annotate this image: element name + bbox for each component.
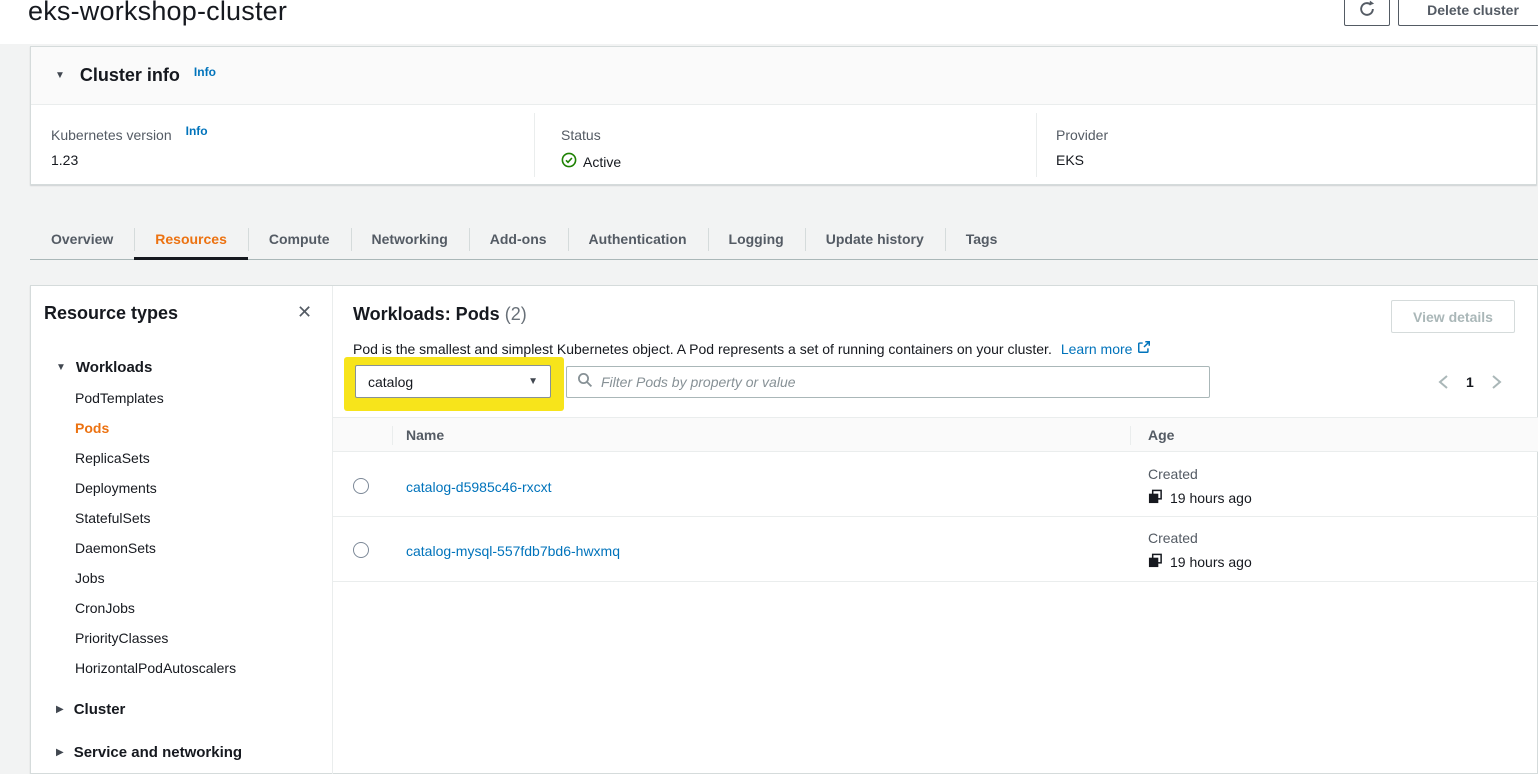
field-status: Status Active [561, 127, 621, 171]
filter-dropdown-value: catalog [368, 374, 413, 390]
chevron-down-icon: ▼ [55, 70, 65, 81]
pod-link-catalog-mysql[interactable]: catalog-mysql-557fdb7bd6-hwxmq [406, 543, 620, 559]
row-divider [333, 516, 1538, 517]
cluster-info-header[interactable]: ▼ Cluster info Info [31, 47, 1536, 105]
status-label: Status [561, 127, 601, 143]
cluster-info-body: Kubernetes version Info 1.23 Status Acti… [31, 105, 1536, 185]
column-header-age: Age [1148, 427, 1174, 443]
pods-description: Pod is the smallest and simplest Kuberne… [353, 340, 1151, 357]
kubernetes-version-label: Kubernetes version [51, 127, 172, 143]
tab-tags[interactable]: Tags [945, 219, 1019, 259]
sidebar-item-jobs[interactable]: Jobs [75, 570, 105, 586]
row-radio-catalog[interactable] [353, 478, 369, 494]
tab-compute[interactable]: Compute [248, 219, 351, 259]
copy-icon [1148, 553, 1163, 571]
provider-label: Provider [1056, 127, 1108, 143]
pods-table-header: Name Age [333, 417, 1538, 452]
panel-divider [332, 286, 333, 774]
age-value-line: 19 hours ago [1148, 489, 1252, 507]
tab-logging[interactable]: Logging [708, 219, 805, 259]
pods-panel-title: Workloads: Pods(2) [353, 304, 527, 325]
pod-link-catalog[interactable]: catalog-d5985c46-rxcxt [406, 479, 552, 495]
sidebar-item-pods[interactable]: Pods [75, 420, 109, 436]
field-divider [534, 113, 535, 177]
column-divider [1130, 426, 1131, 445]
sidebar-item-horizontalpodautoscalers[interactable]: HorizontalPodAutoscalers [75, 660, 236, 676]
cluster-info-title: Cluster info [80, 65, 180, 86]
sidebar-item-deployments[interactable]: Deployments [75, 480, 157, 496]
sidebar-group-cluster[interactable]: ▶ Cluster [56, 701, 125, 718]
close-icon[interactable]: ✕ [297, 302, 312, 323]
pods-title-text: Workloads: Pods [353, 304, 500, 324]
cluster-info-info-link[interactable]: Info [194, 65, 216, 79]
view-details-button[interactable]: View details [1391, 300, 1515, 333]
pods-filter-search[interactable] [566, 366, 1210, 398]
refresh-icon [1358, 0, 1376, 21]
learn-more-label: Learn more [1061, 341, 1133, 357]
search-icon [577, 372, 593, 393]
cluster-tabs: Overview Resources Compute Networking Ad… [30, 219, 1538, 260]
status-badge: Active [583, 154, 621, 170]
provider-value: EKS [1056, 152, 1108, 168]
sidebar-item-statefulsets[interactable]: StatefulSets [75, 510, 151, 526]
eks-cluster-page: eks-workshop-cluster Delete cluster ▼ Cl… [0, 0, 1538, 774]
chevron-right-icon: ▶ [56, 747, 64, 758]
row-radio-catalog-mysql[interactable] [353, 542, 369, 558]
column-divider [392, 426, 393, 445]
tab-authentication[interactable]: Authentication [568, 219, 708, 259]
cluster-group-label: Cluster [74, 701, 126, 718]
field-provider: Provider EKS [1056, 127, 1108, 168]
sidebar-item-replicasets[interactable]: ReplicaSets [75, 450, 150, 466]
age-status-label: Created [1148, 466, 1198, 482]
row-divider [333, 581, 1538, 582]
age-value: 19 hours ago [1170, 490, 1252, 506]
tab-networking[interactable]: Networking [351, 219, 469, 259]
field-divider [1036, 113, 1037, 177]
age-value-line: 19 hours ago [1148, 553, 1252, 571]
learn-more-link[interactable]: Learn more [1061, 340, 1152, 357]
resources-content-card [30, 285, 1538, 774]
copy-icon [1148, 489, 1163, 507]
chevron-right-icon: ▶ [56, 704, 64, 715]
sidebar-item-priorityclasses[interactable]: PriorityClasses [75, 630, 168, 646]
tab-add-ons[interactable]: Add-ons [469, 219, 568, 259]
kubernetes-version-info-link[interactable]: Info [186, 124, 208, 138]
pagination: 1 [1438, 366, 1502, 398]
sidebar-item-cronjobs[interactable]: CronJobs [75, 600, 135, 616]
sidebar-item-daemonsets[interactable]: DaemonSets [75, 540, 156, 556]
tab-update-history[interactable]: Update history [805, 219, 945, 259]
cluster-info-card: ▼ Cluster info Info Kubernetes version I… [30, 46, 1537, 185]
namespace-filter-dropdown[interactable]: catalog ▼ [355, 365, 551, 398]
chevron-left-icon[interactable] [1438, 374, 1449, 390]
column-header-name: Name [406, 427, 444, 443]
chevron-down-icon: ▼ [528, 376, 538, 387]
page-title: eks-workshop-cluster [28, 0, 287, 27]
chevron-right-icon[interactable] [1491, 374, 1502, 390]
service-networking-group-label: Service and networking [74, 744, 242, 761]
current-page-number[interactable]: 1 [1466, 374, 1474, 390]
workloads-group-label: Workloads [76, 359, 152, 376]
resource-types-title: Resource types [44, 303, 178, 324]
search-input[interactable] [601, 374, 1199, 390]
age-value: 19 hours ago [1170, 554, 1252, 570]
kubernetes-version-value: 1.23 [51, 152, 208, 168]
delete-cluster-button[interactable]: Delete cluster [1398, 0, 1538, 26]
sidebar-group-workloads[interactable]: ▼ Workloads [56, 359, 152, 376]
pods-description-text: Pod is the smallest and simplest Kuberne… [353, 341, 1052, 357]
check-circle-icon [561, 152, 577, 171]
field-kubernetes-version: Kubernetes version Info 1.23 [51, 127, 208, 168]
tab-overview[interactable]: Overview [30, 219, 134, 259]
sidebar-item-podtemplates[interactable]: PodTemplates [75, 390, 164, 406]
pods-count: (2) [505, 304, 527, 324]
chevron-down-icon: ▼ [56, 362, 66, 373]
external-link-icon [1137, 340, 1151, 357]
tab-resources[interactable]: Resources [134, 219, 248, 259]
sidebar-group-service-and-networking[interactable]: ▶ Service and networking [56, 744, 242, 761]
age-status-label: Created [1148, 530, 1198, 546]
refresh-button[interactable] [1344, 0, 1390, 26]
